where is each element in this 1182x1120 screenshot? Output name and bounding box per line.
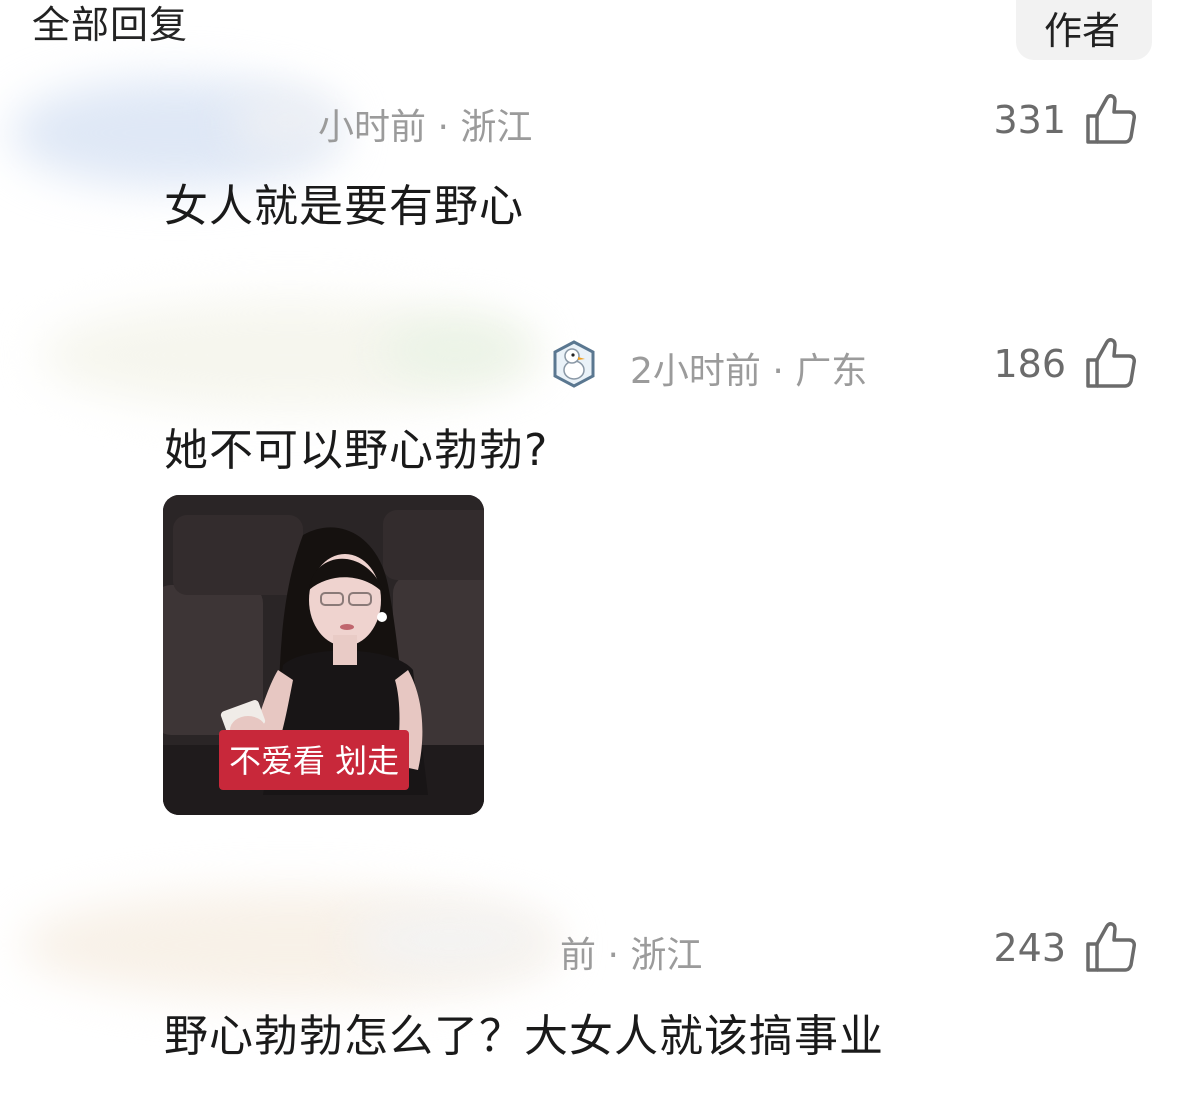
sticker-caption: 不爱看 划走 bbox=[219, 730, 410, 790]
like-count: 331 bbox=[993, 98, 1066, 142]
thumbs-up-icon[interactable] bbox=[1084, 920, 1138, 974]
thumbs-up-icon[interactable] bbox=[1084, 336, 1138, 390]
all-replies-title: 全部回复 bbox=[32, 3, 189, 47]
blurred-username bbox=[380, 320, 530, 380]
author-filter-button[interactable]: 作者 bbox=[1016, 0, 1152, 60]
sticker-image[interactable]: 不爱看 划走 bbox=[163, 495, 484, 815]
author-filter-label: 作者 bbox=[1044, 9, 1121, 53]
like-count: 243 bbox=[993, 926, 1066, 970]
comment-meta: 2小时前 · 广东 bbox=[630, 351, 868, 392]
like-count: 186 bbox=[993, 342, 1066, 386]
comment-text: 她不可以野心勃勃? bbox=[164, 425, 549, 476]
comment-replies-page: 全部回复 作者 小时前 · 浙江 331 女人就是要有野心 2小时前 · 广东 … bbox=[0, 0, 1182, 1120]
thumbs-up-icon[interactable] bbox=[1084, 92, 1138, 146]
comment-meta: 小时前 · 浙江 bbox=[318, 107, 533, 148]
goose-avatar-badge-icon bbox=[553, 340, 595, 388]
blurred-username bbox=[350, 910, 550, 970]
comment-text: 野心勃勃怎么了？大女人就该搞事业 bbox=[164, 1011, 884, 1062]
comment-text: 女人就是要有野心 bbox=[164, 181, 524, 232]
comment-meta: 前 · 浙江 bbox=[560, 935, 703, 976]
